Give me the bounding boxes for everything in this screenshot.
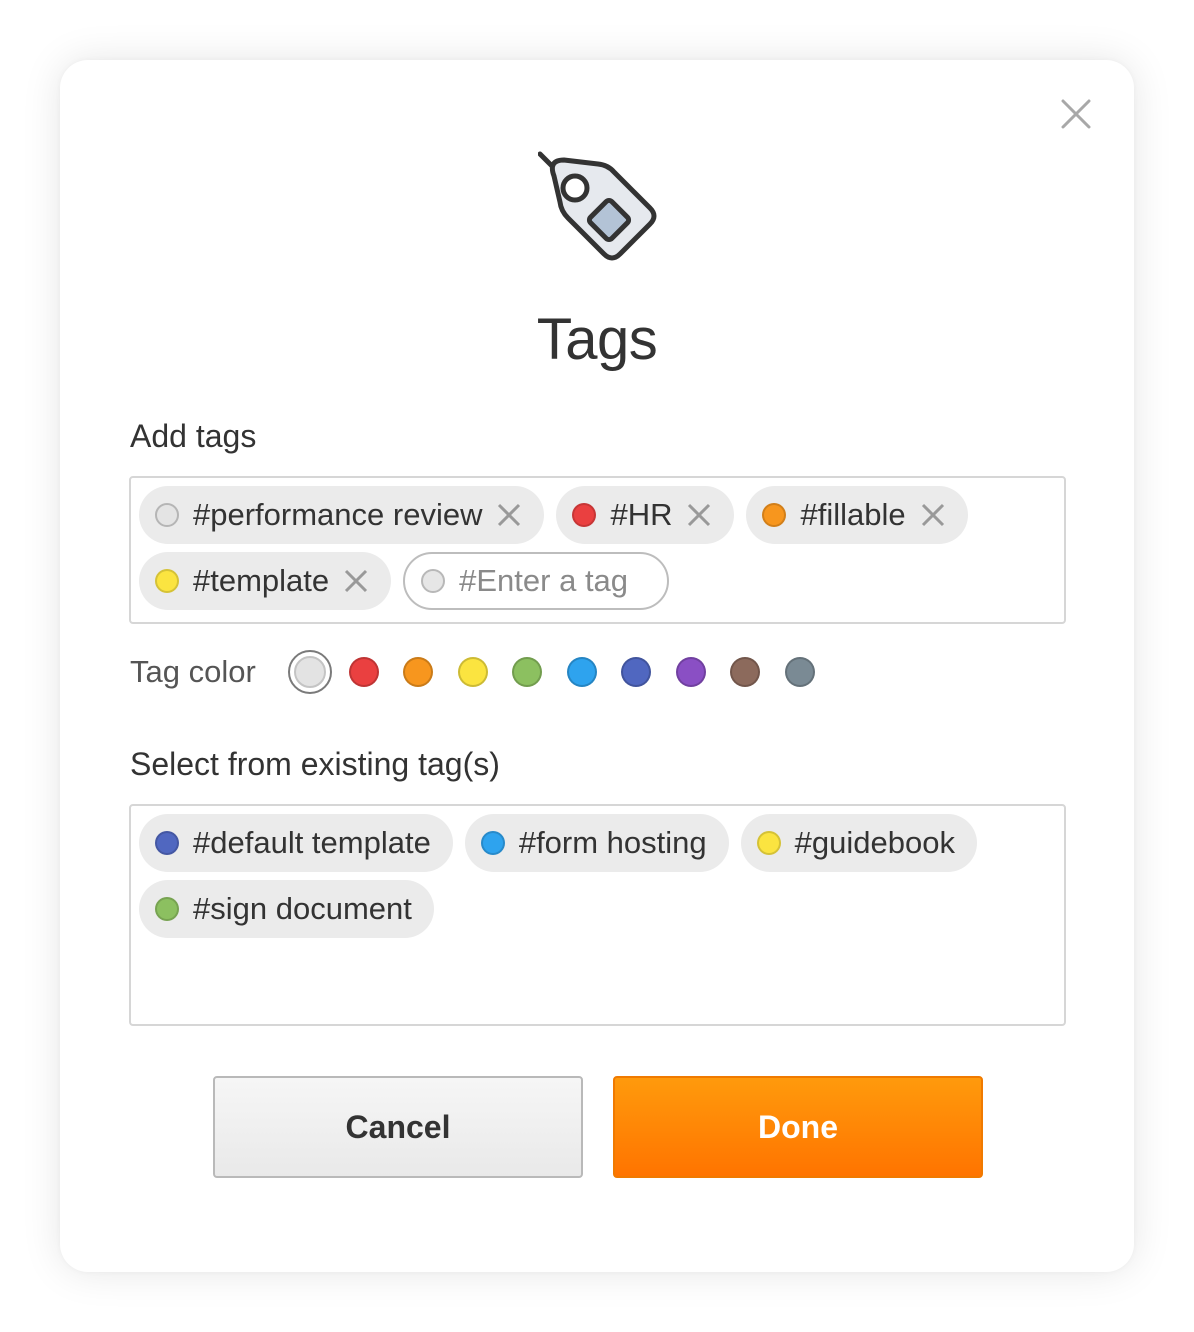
tag-chip-performance-review[interactable]: #performance review: [139, 486, 545, 544]
new-tag-input[interactable]: [459, 563, 650, 599]
tag-chip-label: #form hosting: [518, 825, 707, 860]
tag-chip-label: #template: [193, 563, 330, 598]
tag-color-dot: [155, 831, 179, 855]
tag-chip-fillable[interactable]: #fillable: [746, 486, 968, 544]
tag-color-dot: [155, 503, 179, 527]
tag-chip-template[interactable]: #template: [139, 552, 392, 610]
tag-color-dot: [762, 503, 787, 527]
remove-tag-icon[interactable]: [920, 502, 946, 528]
add-tags-box[interactable]: #performance review #HR #fillable #templ…: [129, 476, 1066, 624]
existing-tag-guidebook[interactable]: #guidebook: [740, 814, 977, 872]
color-swatch-orange[interactable]: [403, 657, 434, 687]
tag-chip-label: #performance review: [193, 497, 483, 532]
tag-chip-hr[interactable]: #HR: [556, 486, 735, 544]
tag-chip-label: #default template: [193, 825, 431, 860]
color-swatch-red[interactable]: [348, 657, 379, 687]
dialog-title: Tags: [536, 307, 658, 372]
tag-icon: [538, 151, 657, 261]
remove-tag-icon[interactable]: [686, 502, 712, 528]
color-swatch-yellow[interactable]: [457, 657, 488, 687]
done-button[interactable]: Done: [613, 1076, 983, 1178]
tags-dialog: Tags Add tags #performance review #HR #f…: [60, 60, 1134, 1272]
color-swatch-gray-selected[interactable]: [287, 650, 332, 694]
tag-color-dot: [421, 569, 446, 593]
existing-tag-form-hosting[interactable]: #form hosting: [464, 814, 729, 872]
tag-color-label: Tag color: [130, 654, 256, 689]
remove-tag-icon[interactable]: [343, 568, 369, 594]
tag-chip-label: #HR: [610, 497, 673, 532]
tag-chip-label: #fillable: [800, 497, 906, 532]
close-icon[interactable]: [1058, 96, 1094, 132]
tag-color-picker: Tag color: [130, 648, 839, 696]
new-tag-field[interactable]: [403, 552, 670, 610]
existing-tag-default-template[interactable]: #default template: [139, 814, 453, 872]
tag-color-dot: [756, 831, 781, 855]
tag-chip-label: #sign document: [193, 891, 412, 926]
color-swatch-blue[interactable]: [566, 657, 597, 687]
color-swatch-green[interactable]: [512, 657, 543, 687]
cancel-button[interactable]: Cancel: [213, 1076, 583, 1178]
tag-chip-label: #guidebook: [794, 825, 955, 860]
color-swatch-brown[interactable]: [730, 657, 761, 687]
tag-color-dot: [480, 831, 505, 855]
add-tags-label: Add tags: [130, 418, 257, 454]
existing-tags-label: Select from existing tag(s): [130, 746, 500, 782]
existing-tags-box: #default template #form hosting #guidebo…: [129, 804, 1066, 1026]
tag-color-dot: [155, 897, 179, 921]
tag-color-dot: [572, 503, 597, 527]
color-swatch-slate[interactable]: [784, 657, 815, 687]
existing-tag-sign-document[interactable]: #sign document: [139, 880, 434, 938]
remove-tag-icon[interactable]: [496, 502, 522, 528]
color-swatch-indigo[interactable]: [621, 657, 652, 687]
color-swatch-purple[interactable]: [675, 657, 706, 687]
tag-color-dot: [155, 569, 179, 593]
